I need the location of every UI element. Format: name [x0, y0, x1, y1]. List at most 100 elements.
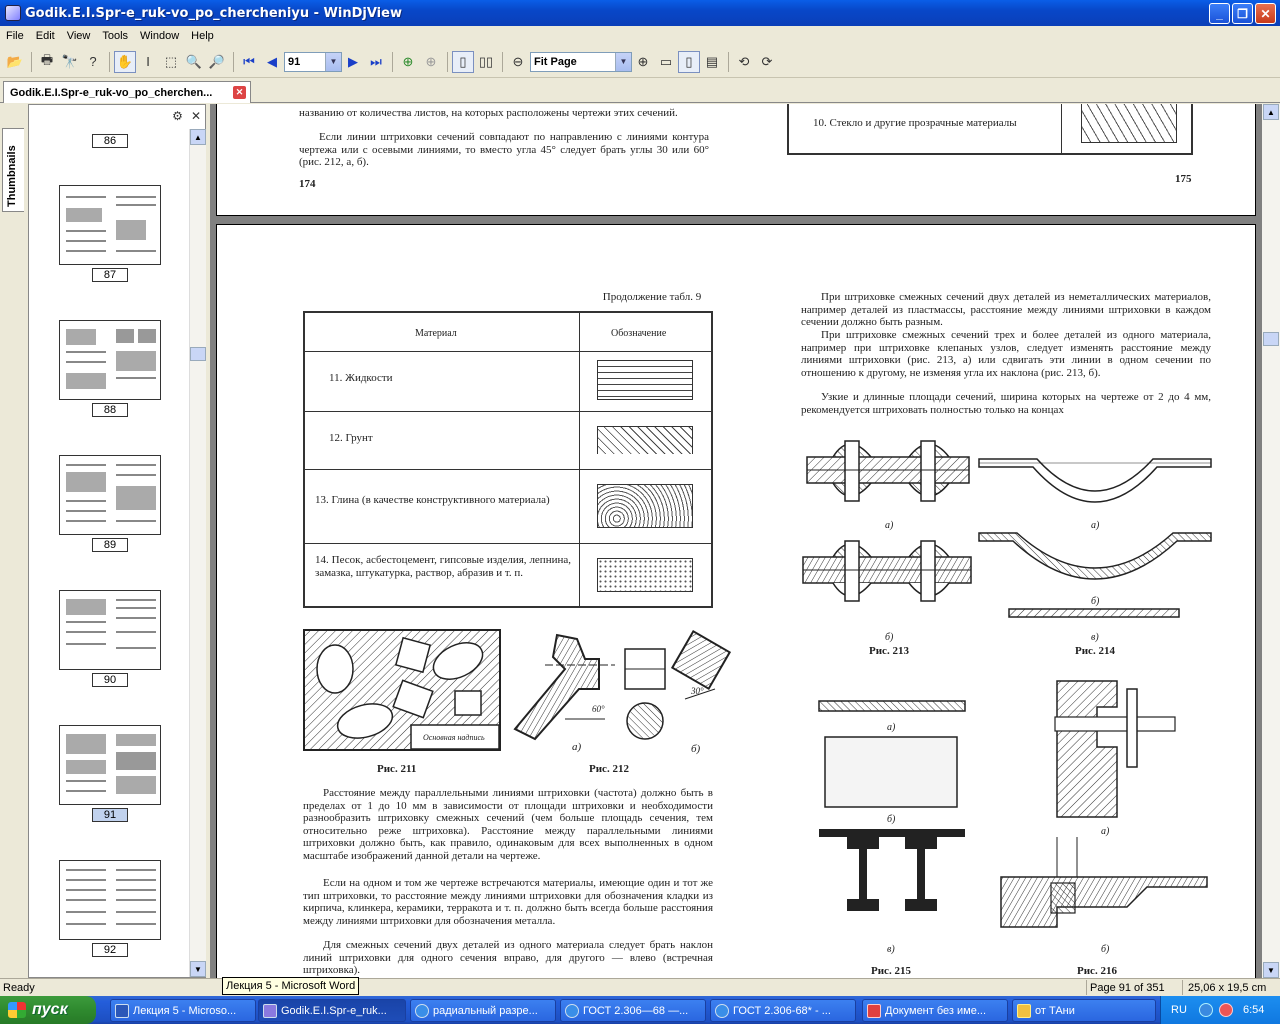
zoom-in-icon[interactable]: ⊕ — [632, 51, 654, 73]
document-scrollbar[interactable]: ▲ ▼ — [1262, 104, 1280, 978]
thumbnail-item[interactable]: 86 — [59, 131, 161, 148]
close-pane-icon[interactable]: ✕ — [191, 109, 201, 123]
antivirus-icon[interactable] — [1219, 1003, 1233, 1017]
document-tab[interactable]: Godik.E.I.Spr-e_ruk-vo_po_cherchen... ✕ — [3, 81, 251, 103]
zoom-combo[interactable]: Fit Page ▼ — [530, 51, 632, 72]
taskbar-item-windjview[interactable]: Godik.E.I.Spr-e_ruk... — [258, 999, 406, 1022]
liquid-hatch-sample — [597, 360, 693, 400]
clay-hatch-sample — [597, 484, 693, 528]
page-number-combo[interactable]: 91 ▼ — [284, 51, 342, 72]
next-page-icon[interactable]: ▶ — [342, 51, 364, 73]
rect-select-icon[interactable]: ⬚ — [160, 51, 182, 73]
last-page-icon[interactable]: ⏭ — [365, 51, 387, 73]
taskbar-item-folder[interactable]: от ТАни — [1012, 999, 1156, 1022]
thumbnails-tab-label: Thumbnails — [6, 145, 18, 207]
status-page-info: Page 91 of 351 — [1090, 981, 1165, 994]
back-icon[interactable]: ⊕ — [397, 51, 419, 73]
system-tray: RU 6:54 — [1160, 996, 1280, 1024]
thumbnail-item[interactable]: 89 — [59, 455, 161, 552]
fig215-sub-v: в) — [887, 944, 895, 955]
network-icon[interactable] — [1199, 1003, 1213, 1017]
fig216-caption: Рис. 216 — [1077, 965, 1117, 977]
open-icon[interactable]: 📂 — [4, 51, 26, 73]
fig214-sub-a: а) — [1091, 520, 1100, 531]
start-button[interactable]: пуск — [0, 996, 96, 1024]
menu-view[interactable]: View — [61, 30, 97, 42]
find-icon[interactable]: 🔭 — [59, 51, 81, 73]
sand-hatch-sample — [597, 558, 693, 592]
document-tab-label: Godik.E.I.Spr-e_ruk-vo_po_cherchen... — [10, 86, 213, 99]
fig211-stamp-label: Основная надпись — [423, 733, 485, 742]
text-select-icon[interactable]: I — [137, 51, 159, 73]
right-paragraph-3: Узкие и длинные площади сечений, ширина … — [801, 391, 1211, 416]
taskbar-item-document[interactable]: Документ без име... — [862, 999, 1008, 1022]
title-bar: Godik.E.I.Spr-e_ruk-vo_po_chercheniyu - … — [0, 0, 1280, 26]
thumbnail-page-number: 90 — [92, 673, 128, 687]
fig212-angle-60: 60° — [592, 704, 605, 714]
thumbnail-page-number: 92 — [92, 943, 128, 957]
scroll-down-icon[interactable]: ▼ — [1263, 962, 1279, 978]
zoom-icon[interactable]: 🔍 — [183, 51, 205, 73]
prev-page-right-number: 175 — [1175, 173, 1192, 185]
minimize-button[interactable]: _ — [1209, 3, 1230, 24]
thumbnail-image — [59, 725, 161, 805]
menu-tools[interactable]: Tools — [96, 30, 134, 42]
windows-flag-icon — [8, 1002, 26, 1018]
scroll-thumb[interactable] — [190, 347, 206, 361]
prev-page-icon[interactable]: ◀ — [261, 51, 283, 73]
menu-file[interactable]: File — [0, 30, 30, 42]
left-paragraph-3: Для смежных сечений двух деталей из одно… — [303, 939, 713, 976]
two-page-layout-icon[interactable]: ▯▯ — [475, 51, 497, 73]
first-page-icon[interactable]: ⏮ — [238, 51, 260, 73]
chevron-down-icon[interactable]: ▼ — [325, 52, 341, 71]
thumbnail-item[interactable]: 92 — [59, 860, 161, 957]
gear-icon[interactable]: ⚙ — [172, 109, 183, 123]
scroll-thumb[interactable] — [1263, 332, 1279, 346]
fit-width-icon[interactable]: ▭ — [655, 51, 677, 73]
fig212-caption: Рис. 212 — [589, 763, 629, 775]
actual-size-icon[interactable]: ▤ — [701, 51, 723, 73]
thumbnail-item[interactable]: 91 — [59, 725, 161, 822]
language-indicator[interactable]: RU — [1171, 1004, 1187, 1016]
thumbnail-scrollbar[interactable]: ▲ ▼ — [189, 129, 206, 977]
document-view[interactable]: названию от количества листов, на которы… — [210, 104, 1262, 978]
scroll-up-icon[interactable]: ▲ — [190, 129, 206, 145]
close-button[interactable]: ✕ — [1255, 3, 1276, 24]
zoom-rect-icon[interactable]: 🔎 — [206, 51, 228, 73]
zoom-out-icon[interactable]: ⊖ — [507, 51, 529, 73]
thumbnail-item[interactable]: 87 — [59, 185, 161, 282]
taskbar-item-browser-1[interactable]: радиальный разре... — [410, 999, 556, 1022]
prev-page-table: 10. Стекло и другие прозрачные материалы — [787, 104, 1193, 155]
taskbar-item-browser-2[interactable]: ГОСТ 2.306—68 —... — [560, 999, 706, 1022]
single-page-layout-icon[interactable]: ▯ — [452, 50, 474, 73]
row-14-label: 14. Песок, асбестоцемент, гипсовые издел… — [315, 554, 571, 579]
thumbnail-image — [59, 860, 161, 940]
forward-icon[interactable]: ⊕ — [420, 51, 442, 73]
rotate-right-icon[interactable]: ⟳ — [756, 51, 778, 73]
thumbnail-item[interactable]: 90 — [59, 590, 161, 687]
menu-window[interactable]: Window — [134, 30, 185, 42]
glass-hatch-sample — [1081, 104, 1177, 143]
thumbnails-side-tab[interactable]: Thumbnails — [2, 128, 24, 212]
taskbar-item-browser-3[interactable]: ГОСТ 2.306-68* - ... — [710, 999, 856, 1022]
maximize-button[interactable]: ❐ — [1232, 3, 1253, 24]
fig213-sub-a: а) — [885, 520, 894, 531]
help-icon[interactable]: ? — [82, 51, 104, 73]
thumbnail-item[interactable]: 88 — [59, 320, 161, 417]
thumbnail-image — [59, 590, 161, 670]
prev-page-text-2: Если линии штриховки сечений совпадают п… — [299, 131, 709, 168]
print-icon[interactable]: 🖶 — [36, 51, 58, 73]
close-tab-icon[interactable]: ✕ — [233, 86, 246, 99]
fit-page-icon[interactable]: ▯ — [678, 50, 700, 73]
left-paragraph-1: Расстояние между параллельными линиями ш… — [303, 787, 713, 862]
chevron-down-icon[interactable]: ▼ — [615, 52, 631, 71]
menu-edit[interactable]: Edit — [30, 30, 61, 42]
scroll-down-icon[interactable]: ▼ — [190, 961, 206, 977]
menu-help[interactable]: Help — [185, 30, 220, 42]
rotate-left-icon[interactable]: ⟲ — [733, 51, 755, 73]
taskbar-item-word[interactable]: Лекция 5 - Microso... — [110, 999, 256, 1022]
materials-table: Материал Обозначение 11. Жидкости 12. Гр… — [303, 311, 713, 608]
hand-tool-icon[interactable]: ✋ — [114, 50, 136, 73]
thumbnail-image — [59, 455, 161, 535]
scroll-up-icon[interactable]: ▲ — [1263, 104, 1279, 120]
